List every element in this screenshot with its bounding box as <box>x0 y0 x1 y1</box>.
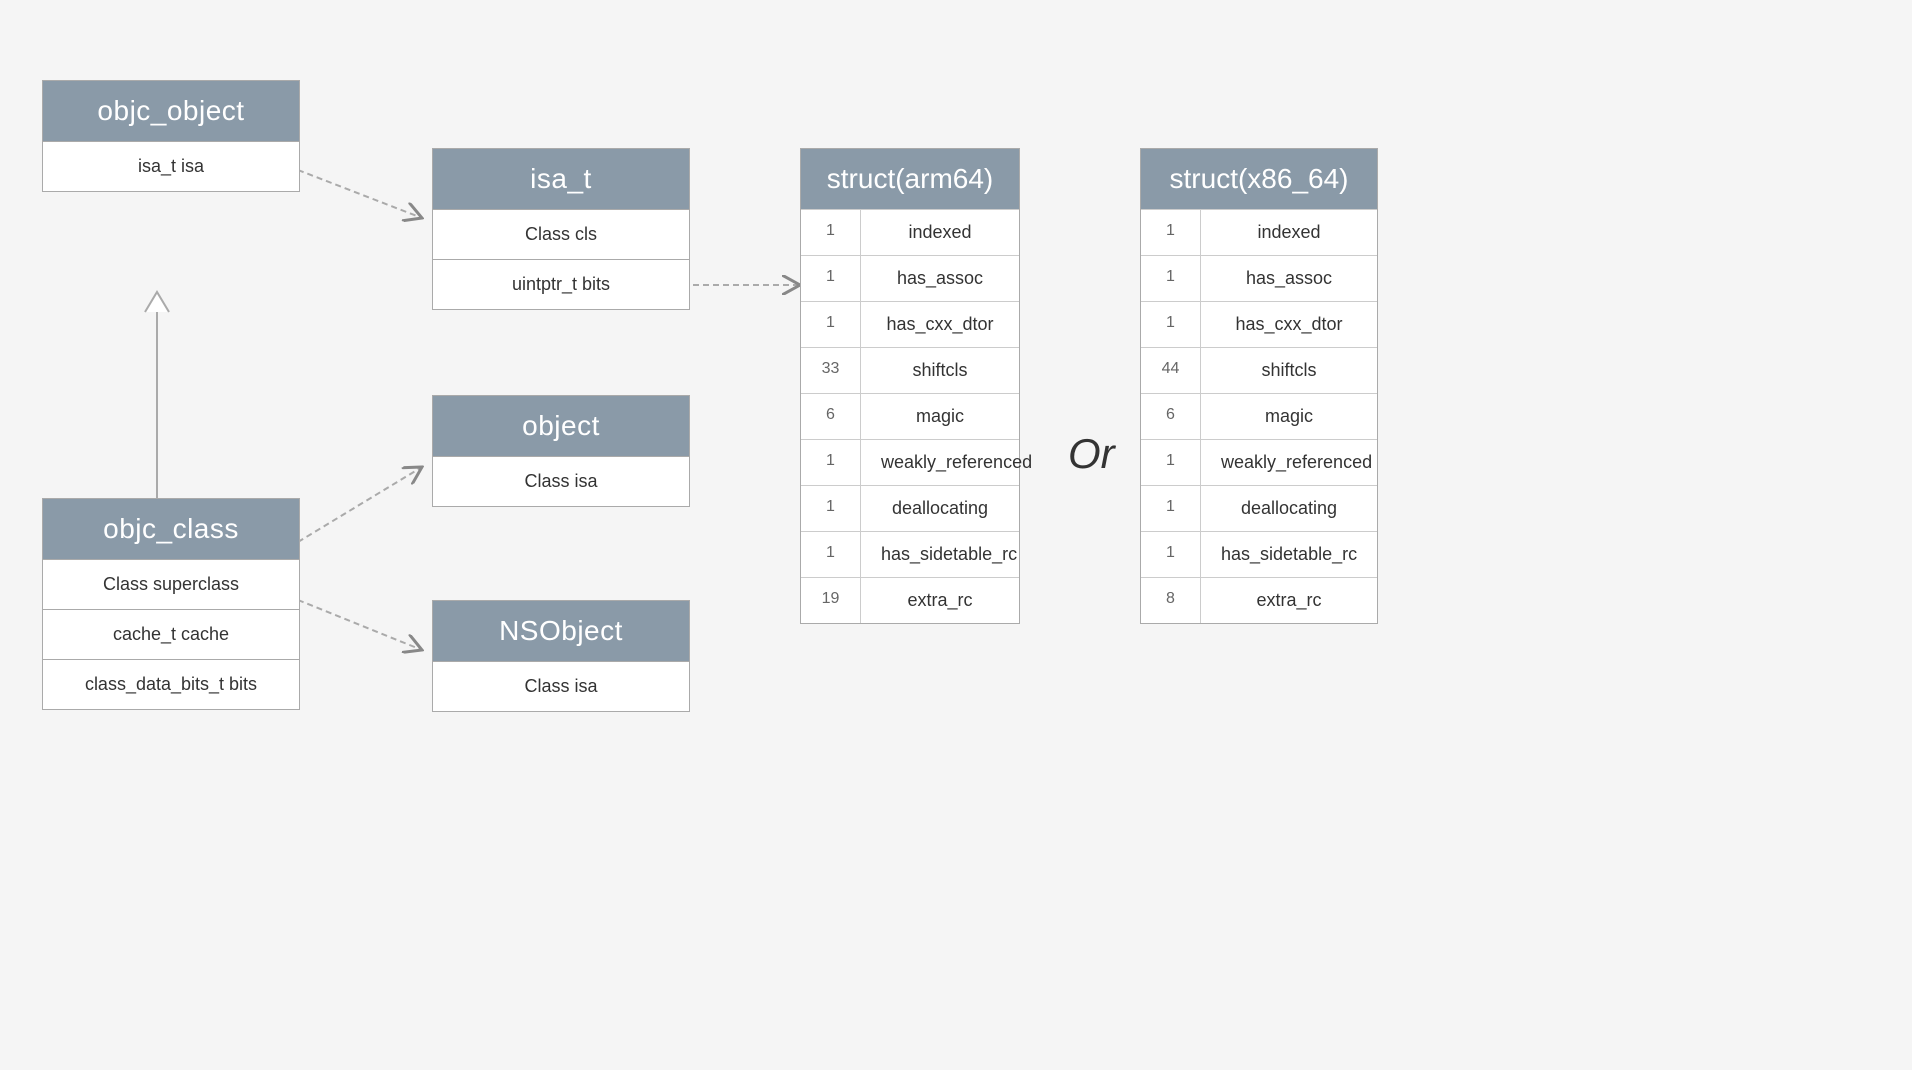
struct-x86-64-name-4: magic <box>1201 394 1377 439</box>
struct-arm64-name-0: indexed <box>861 210 1019 255</box>
struct-arm64-row-1: 1 has_assoc <box>801 255 1019 301</box>
struct-x86-64-row-5: 1 weakly_referenced <box>1141 439 1377 485</box>
struct-arm64-name-3: shiftcls <box>861 348 1019 393</box>
struct-arm64-row-6: 1 deallocating <box>801 485 1019 531</box>
struct-x86-64-name-0: indexed <box>1201 210 1377 255</box>
struct-x86-64-row-4: 6 magic <box>1141 393 1377 439</box>
struct-arm64-name-7: has_sidetable_rc <box>861 532 1037 577</box>
or-label: Or <box>1068 430 1115 478</box>
struct-arm64-row-5: 1 weakly_referenced <box>801 439 1019 485</box>
struct-x86-64-name-6: deallocating <box>1201 486 1377 531</box>
struct-arm64-num-6: 1 <box>801 486 861 531</box>
struct-x86-64-row-3: 44 shiftcls <box>1141 347 1377 393</box>
struct-arm64-num-5: 1 <box>801 440 861 485</box>
struct-x86-64-num-1: 1 <box>1141 256 1201 301</box>
struct-x86-64-row-0: 1 indexed <box>1141 209 1377 255</box>
struct-arm64-name-2: has_cxx_dtor <box>861 302 1019 347</box>
struct-arm64-table: struct(arm64) 1 indexed 1 has_assoc 1 ha… <box>800 148 1020 624</box>
struct-arm64-name-6: deallocating <box>861 486 1019 531</box>
struct-x86-64-header: struct(x86_64) <box>1141 149 1377 209</box>
struct-x86-64-num-7: 1 <box>1141 532 1201 577</box>
nsobject-row-0: Class isa <box>433 661 689 711</box>
object-row-0: Class isa <box>433 456 689 506</box>
struct-arm64-row-8: 19 extra_rc <box>801 577 1019 623</box>
objc-object-header: objc_object <box>43 81 299 141</box>
struct-arm64-row-3: 33 shiftcls <box>801 347 1019 393</box>
struct-arm64-num-0: 1 <box>801 210 861 255</box>
struct-arm64-num-8: 19 <box>801 578 861 623</box>
objc-class-box: objc_class Class superclass cache_t cach… <box>42 498 300 710</box>
objc-class-row-0: Class superclass <box>43 559 299 609</box>
objc-class-row-1: cache_t cache <box>43 609 299 659</box>
struct-x86-64-num-6: 1 <box>1141 486 1201 531</box>
struct-x86-64-name-5: weakly_referenced <box>1201 440 1392 485</box>
struct-x86-64-row-1: 1 has_assoc <box>1141 255 1377 301</box>
struct-arm64-num-4: 6 <box>801 394 861 439</box>
struct-arm64-name-1: has_assoc <box>861 256 1019 301</box>
objc-class-to-nsobject-line <box>298 600 422 650</box>
struct-arm64-row-7: 1 has_sidetable_rc <box>801 531 1019 577</box>
struct-x86-64-row-2: 1 has_cxx_dtor <box>1141 301 1377 347</box>
struct-x86-64-name-7: has_sidetable_rc <box>1201 532 1377 577</box>
struct-x86-64-name-1: has_assoc <box>1201 256 1377 301</box>
objc-object-row-0: isa_t isa <box>43 141 299 191</box>
struct-arm64-num-3: 33 <box>801 348 861 393</box>
isa-t-row-0: Class cls <box>433 209 689 259</box>
struct-x86-64-num-4: 6 <box>1141 394 1201 439</box>
struct-arm64-header: struct(arm64) <box>801 149 1019 209</box>
struct-arm64-num-7: 1 <box>801 532 861 577</box>
nsobject-header: NSObject <box>433 601 689 661</box>
struct-arm64-row-2: 1 has_cxx_dtor <box>801 301 1019 347</box>
struct-x86-64-num-2: 1 <box>1141 302 1201 347</box>
struct-x86-64-row-8: 8 extra_rc <box>1141 577 1377 623</box>
struct-x86-64-row-7: 1 has_sidetable_rc <box>1141 531 1377 577</box>
struct-x86-64-row-6: 1 deallocating <box>1141 485 1377 531</box>
inheritance-arrow <box>145 292 169 312</box>
struct-x86-64-name-3: shiftcls <box>1201 348 1377 393</box>
objc-class-header: objc_class <box>43 499 299 559</box>
object-box: object Class isa <box>432 395 690 507</box>
struct-x86-64-table: struct(x86_64) 1 indexed 1 has_assoc 1 h… <box>1140 148 1378 624</box>
struct-x86-64-num-8: 8 <box>1141 578 1201 623</box>
objc-class-to-object-line <box>298 467 422 542</box>
struct-arm64-row-4: 6 magic <box>801 393 1019 439</box>
objc-object-to-isa-t-line <box>298 170 422 218</box>
objc-class-row-2: class_data_bits_t bits <box>43 659 299 709</box>
object-header: object <box>433 396 689 456</box>
struct-arm64-name-5: weakly_referenced <box>861 440 1052 485</box>
isa-t-row-1: uintptr_t bits <box>433 259 689 309</box>
isa-t-header: isa_t <box>433 149 689 209</box>
struct-x86-64-num-0: 1 <box>1141 210 1201 255</box>
struct-arm64-name-4: magic <box>861 394 1019 439</box>
objc-object-box: objc_object isa_t isa <box>42 80 300 192</box>
diagram-container: objc_object isa_t isa objc_class Class s… <box>0 0 1912 1070</box>
struct-arm64-row-0: 1 indexed <box>801 209 1019 255</box>
struct-arm64-name-8: extra_rc <box>861 578 1019 623</box>
nsobject-box: NSObject Class isa <box>432 600 690 712</box>
isa-t-box: isa_t Class cls uintptr_t bits <box>432 148 690 310</box>
struct-x86-64-num-3: 44 <box>1141 348 1201 393</box>
struct-x86-64-name-8: extra_rc <box>1201 578 1377 623</box>
struct-arm64-num-2: 1 <box>801 302 861 347</box>
struct-arm64-num-1: 1 <box>801 256 861 301</box>
struct-x86-64-name-2: has_cxx_dtor <box>1201 302 1377 347</box>
struct-x86-64-num-5: 1 <box>1141 440 1201 485</box>
